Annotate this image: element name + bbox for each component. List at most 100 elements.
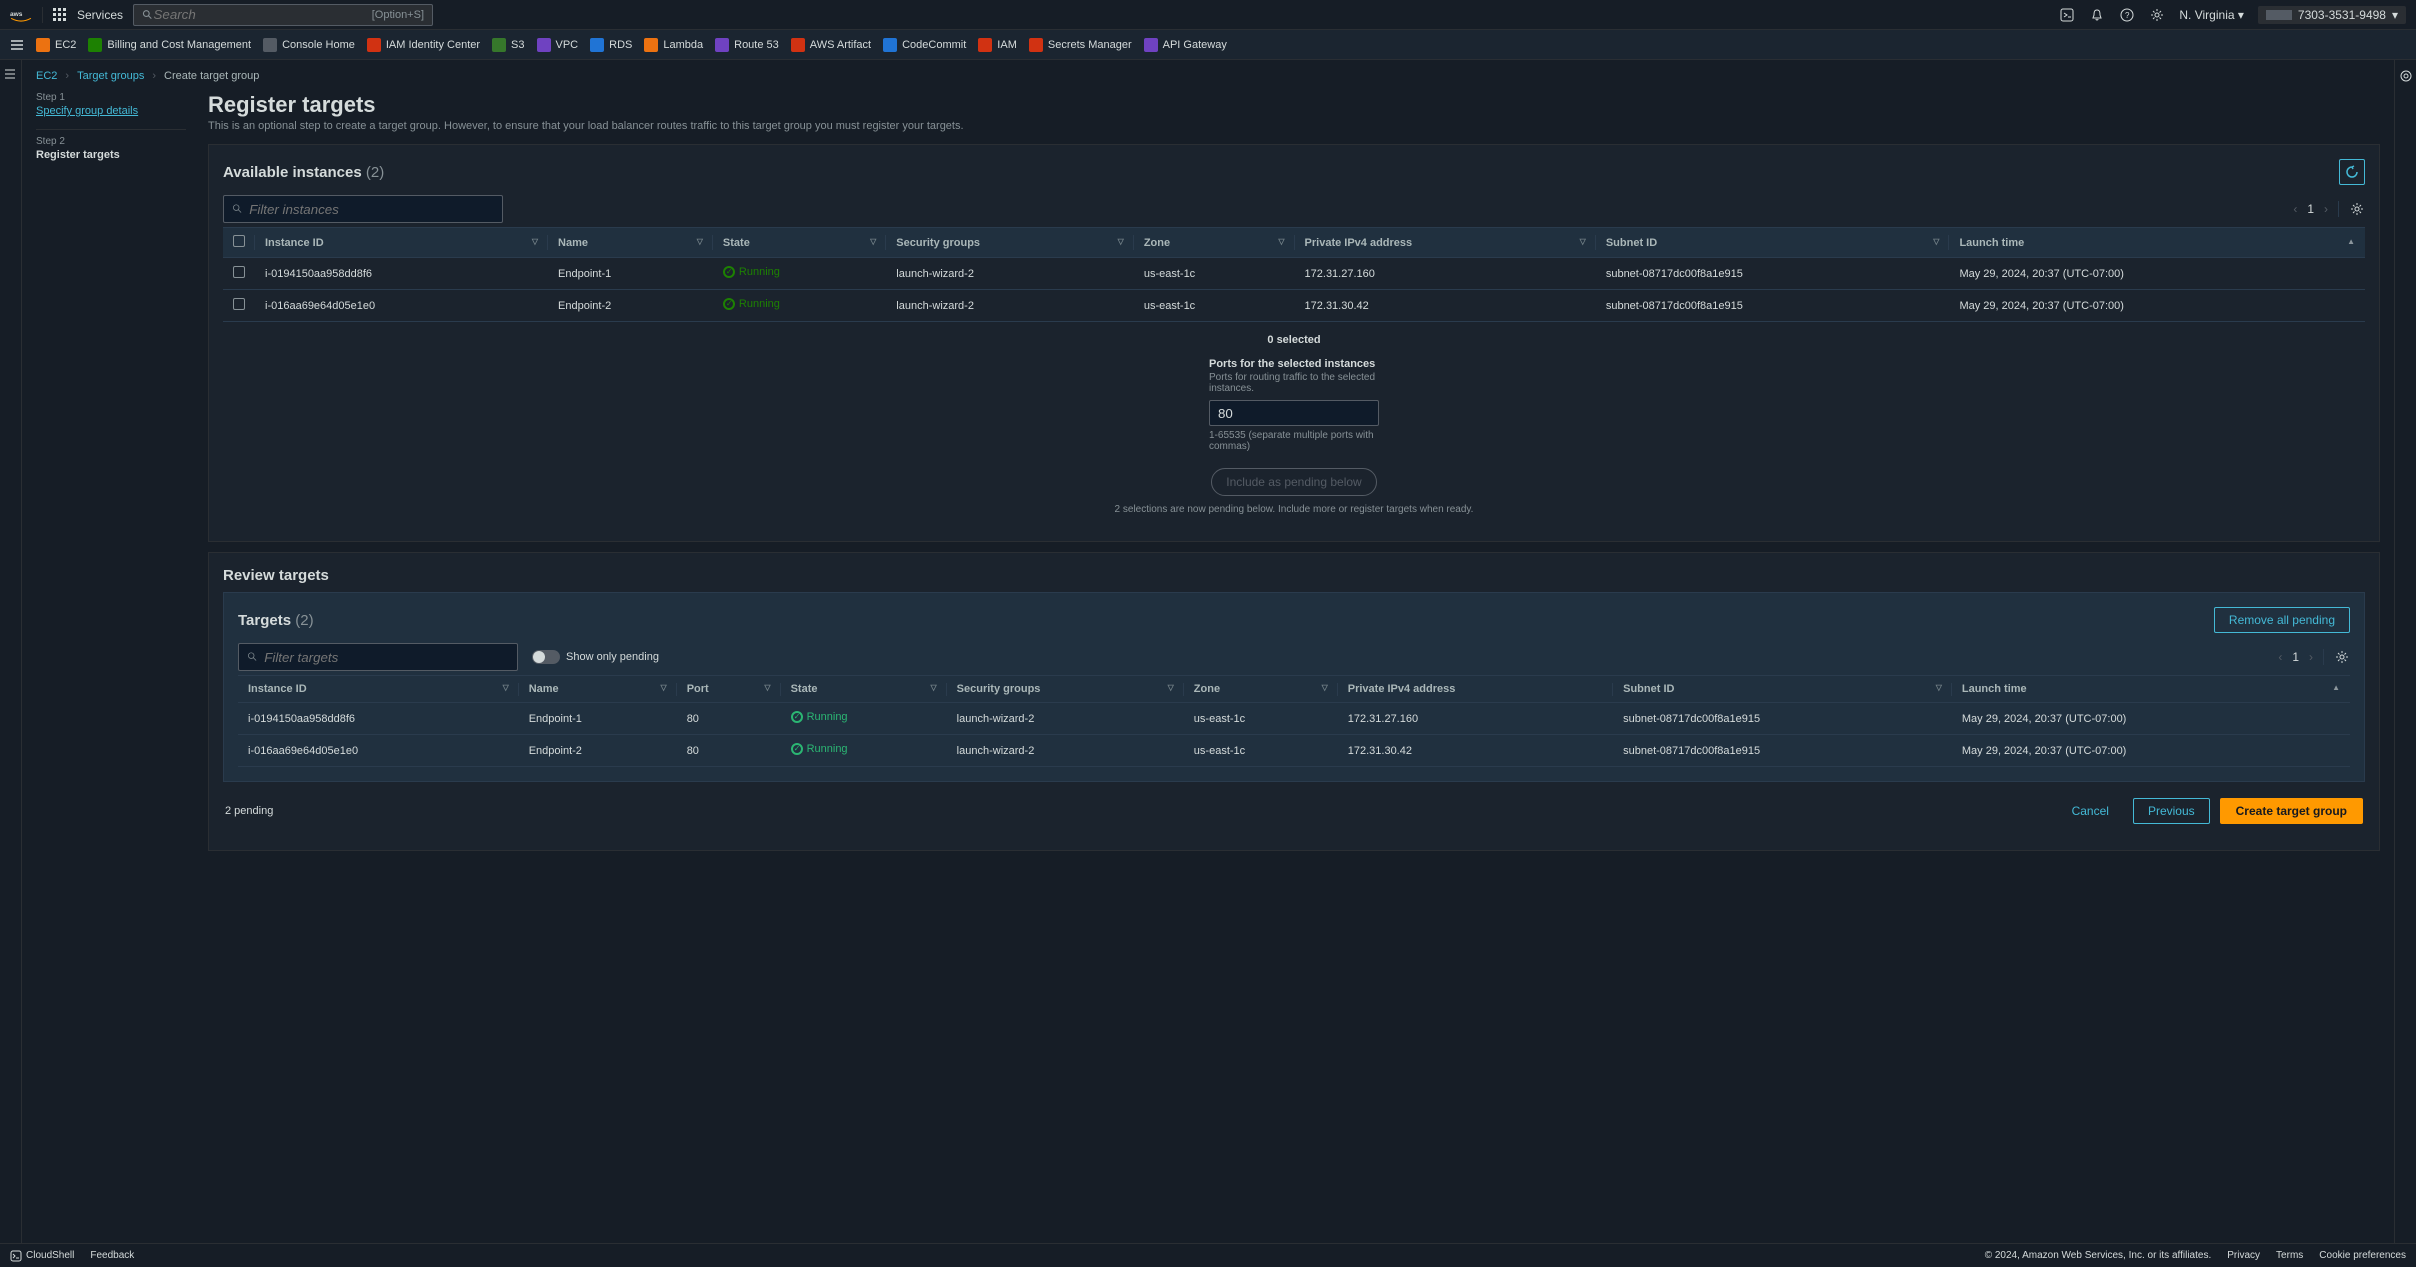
cloudshell-icon[interactable] [2059, 7, 2075, 23]
chevron-right-icon: › [152, 70, 156, 82]
filter-instances[interactable] [223, 195, 503, 223]
remove-all-pending-button[interactable]: Remove all pending [2214, 607, 2350, 633]
targets-table: Instance ID▽ Name▽ Port▽ State▽ Security… [238, 675, 2350, 767]
cookie-link[interactable]: Cookie preferences [2319, 1250, 2406, 1261]
rail-menu-icon[interactable] [4, 68, 18, 82]
fav-billing[interactable]: Billing and Cost Management [88, 38, 251, 52]
breadcrumb-current: Create target group [164, 70, 259, 82]
available-instances-panel: Available instances (2) [208, 144, 2380, 542]
col-select-all[interactable] [223, 228, 255, 258]
prev-page-icon[interactable]: ‹ [2293, 202, 2297, 216]
fav-secrets[interactable]: Secrets Manager [1029, 38, 1132, 52]
col-state[interactable]: State▽ [781, 676, 947, 703]
col-ip[interactable]: Private IPv4 address [1338, 676, 1613, 703]
col-state[interactable]: State▽ [713, 228, 886, 258]
col-port[interactable]: Port▽ [677, 676, 781, 703]
col-ip[interactable]: Private IPv4 address▽ [1295, 228, 1596, 258]
ports-hint: 1-65535 (separate multiple ports with co… [1209, 430, 1379, 452]
svg-text:aws: aws [10, 11, 23, 18]
cloudshell-link[interactable]: CloudShell [10, 1250, 74, 1262]
terms-link[interactable]: Terms [2276, 1250, 2303, 1261]
search-box[interactable]: [Option+S] [133, 4, 433, 26]
create-target-group-button[interactable]: Create target group [2220, 798, 2363, 824]
settings-icon[interactable] [2149, 7, 2165, 23]
next-page-icon[interactable]: › [2324, 202, 2328, 216]
help-panel-icon[interactable] [2398, 68, 2414, 84]
fav-s3[interactable]: S3 [492, 38, 524, 52]
col-subnet[interactable]: Subnet ID▽ [1596, 228, 1950, 258]
col-sg[interactable]: Security groups▽ [947, 676, 1184, 703]
svg-text:?: ? [2125, 11, 2130, 20]
ports-input[interactable] [1209, 400, 1379, 426]
favorites-bar: EC2 Billing and Cost Management Console … [0, 30, 2416, 60]
layout: EC2 › Target groups › Create target grou… [0, 60, 2416, 1243]
fav-artifact[interactable]: AWS Artifact [791, 38, 871, 52]
notifications-icon[interactable] [2089, 7, 2105, 23]
pager-targets: ‹ 1 › [2278, 650, 2313, 664]
fav-lambda[interactable]: Lambda [644, 38, 703, 52]
status-ok-icon [723, 298, 735, 310]
feedback-link[interactable]: Feedback [90, 1250, 134, 1261]
table-settings-icon[interactable] [2334, 649, 2350, 665]
filter-targets-input[interactable] [264, 650, 509, 665]
account-menu[interactable]: 7303-3531-9498 ▾ [2258, 6, 2406, 24]
row-checkbox[interactable] [233, 298, 245, 310]
menu-icon[interactable] [10, 38, 24, 52]
fav-apigw[interactable]: API Gateway [1144, 38, 1227, 52]
ports-section: 0 selected Ports for the selected instan… [223, 322, 2365, 527]
table-row[interactable]: i-016aa69e64d05e1e0 Endpoint-2 80 Runnin… [238, 735, 2350, 767]
aws-logo[interactable]: aws [10, 8, 32, 22]
show-only-pending-toggle[interactable]: Show only pending [532, 650, 659, 664]
fav-rds[interactable]: RDS [590, 38, 632, 52]
fav-iam[interactable]: IAM [978, 38, 1017, 52]
right-rail [2394, 60, 2416, 1243]
review-title: Review targets [223, 567, 2365, 584]
col-instance-id[interactable]: Instance ID▽ [238, 676, 519, 703]
main-column: Register targets This is an optional ste… [208, 92, 2380, 861]
breadcrumb-ec2[interactable]: EC2 [36, 70, 57, 82]
step-1[interactable]: Step 1 Specify group details [36, 92, 186, 117]
fav-codecommit[interactable]: CodeCommit [883, 38, 966, 52]
previous-button[interactable]: Previous [2133, 798, 2210, 824]
fav-vpc[interactable]: VPC [537, 38, 579, 52]
ports-label: Ports for the selected instances [1209, 358, 1375, 370]
cancel-button[interactable]: Cancel [2058, 798, 2123, 824]
fav-ec2[interactable]: EC2 [36, 38, 76, 52]
status-ok-icon [723, 266, 735, 278]
help-icon[interactable]: ? [2119, 7, 2135, 23]
col-name[interactable]: Name▽ [548, 228, 713, 258]
fav-console-home[interactable]: Console Home [263, 38, 355, 52]
breadcrumb-target-groups[interactable]: Target groups [77, 70, 144, 82]
table-settings-icon[interactable] [2349, 201, 2365, 217]
region-selector[interactable]: N. Virginia ▾ [2179, 8, 2244, 22]
privacy-link[interactable]: Privacy [2227, 1250, 2260, 1261]
col-zone[interactable]: Zone▽ [1184, 676, 1338, 703]
breadcrumb: EC2 › Target groups › Create target grou… [36, 70, 2380, 82]
include-pending-button[interactable]: Include as pending below [1211, 468, 1376, 496]
row-checkbox[interactable] [233, 266, 245, 278]
top-bar: aws Services [Option+S] ? N. Virginia ▾ … [0, 0, 2416, 30]
table-row[interactable]: i-0194150aa958dd8f6 Endpoint-1 Running l… [223, 258, 2365, 290]
col-zone[interactable]: Zone▽ [1134, 228, 1295, 258]
search-icon [142, 9, 154, 21]
available-instances-table: Instance ID▽ Name▽ State▽ Security group… [223, 227, 2365, 322]
col-sg[interactable]: Security groups▽ [886, 228, 1134, 258]
fav-route53[interactable]: Route 53 [715, 38, 779, 52]
prev-page-icon[interactable]: ‹ [2278, 650, 2282, 664]
col-launch[interactable]: Launch time▲ [1949, 228, 2365, 258]
col-launch[interactable]: Launch time▲ [1952, 676, 2350, 703]
filter-instances-input[interactable] [249, 202, 494, 217]
col-subnet[interactable]: Subnet ID▽ [1613, 676, 1952, 703]
cloudshell-icon [10, 1250, 22, 1262]
fav-iam-identity[interactable]: IAM Identity Center [367, 38, 480, 52]
services-grid-icon[interactable] [53, 8, 67, 22]
table-row[interactable]: i-0194150aa958dd8f6 Endpoint-1 80 Runnin… [238, 703, 2350, 735]
filter-targets[interactable] [238, 643, 518, 671]
search-icon [247, 651, 258, 663]
next-page-icon[interactable]: › [2309, 650, 2313, 664]
refresh-button[interactable] [2339, 159, 2365, 185]
col-name[interactable]: Name▽ [519, 676, 677, 703]
table-row[interactable]: i-016aa69e64d05e1e0 Endpoint-2 Running l… [223, 290, 2365, 322]
services-label[interactable]: Services [77, 8, 123, 22]
col-instance-id[interactable]: Instance ID▽ [255, 228, 548, 258]
